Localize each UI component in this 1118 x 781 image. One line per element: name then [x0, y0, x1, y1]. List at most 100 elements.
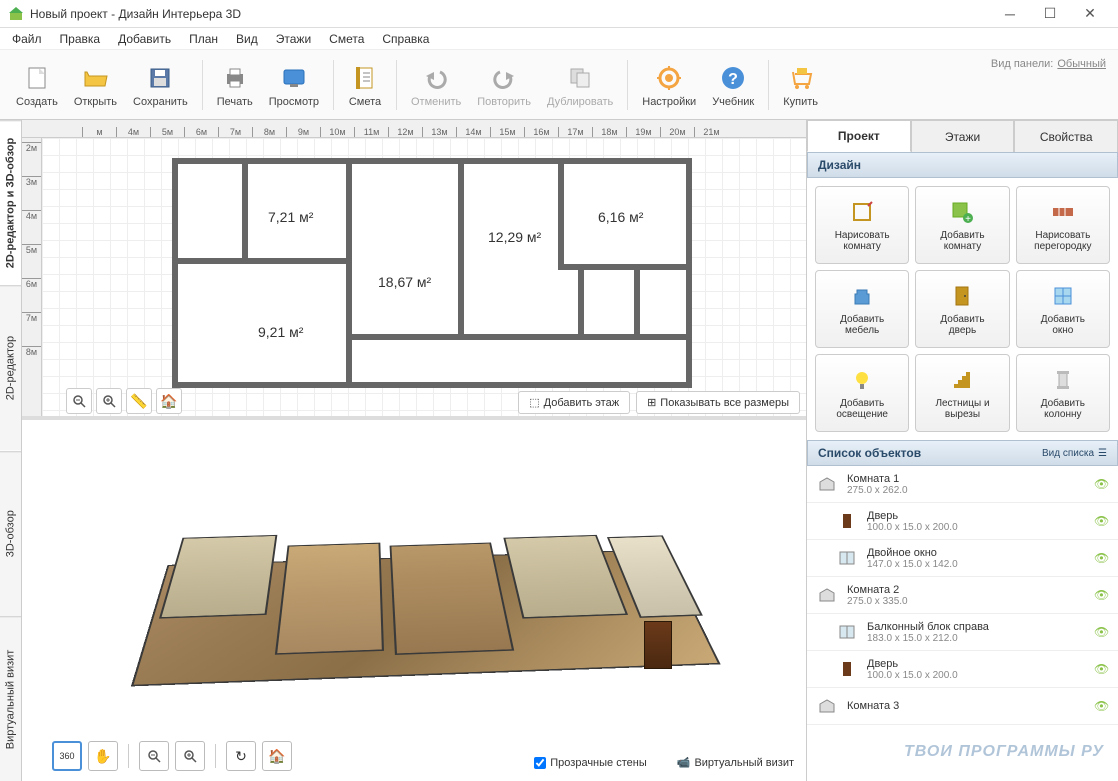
add-window-icon	[1049, 282, 1077, 310]
visibility-icon[interactable]: 👁	[1094, 514, 1110, 528]
object-row[interactable]: Балконный блок справа183.0 x 15.0 x 212.…	[807, 614, 1118, 651]
menu-правка[interactable]: Правка	[52, 30, 109, 48]
object-row[interactable]: Комната 1275.0 x 262.0👁	[807, 466, 1118, 503]
tool-add-light[interactable]: Добавитьосвещение	[815, 354, 909, 432]
tool-add-column[interactable]: Добавитьколонну	[1016, 354, 1110, 432]
toolbar-open-button[interactable]: Открыть	[66, 58, 125, 112]
view-tab-1[interactable]: 2D-редактор	[0, 285, 21, 450]
object-row[interactable]: Двойное окно147.0 x 15.0 x 142.0👁	[807, 540, 1118, 577]
list-view-icon[interactable]: ☰	[1098, 448, 1107, 459]
object-row[interactable]: Дверь100.0 x 15.0 x 200.0👁	[807, 651, 1118, 688]
ruler-vertical: 2м3м4м5м6м7м8м	[22, 138, 42, 420]
open-icon	[79, 62, 111, 94]
room-icon	[815, 583, 839, 607]
add-light-icon	[848, 366, 876, 394]
visibility-icon[interactable]: 👁	[1094, 662, 1110, 676]
view-3d[interactable]: 360 ✋ ↻ 🏠 Прозрачные стены 📹Виртуальный …	[22, 420, 806, 781]
virtual-visit-checkbox[interactable]: 📹Виртуальный визит	[677, 756, 794, 769]
menu-файл[interactable]: Файл	[4, 30, 50, 48]
svg-text:?: ?	[728, 71, 738, 88]
model-3d[interactable]	[104, 461, 724, 741]
add-door-icon	[948, 282, 976, 310]
window-icon	[835, 546, 859, 570]
toolbar-view-button[interactable]: Просмотр	[261, 58, 327, 112]
home-button[interactable]: 🏠	[156, 388, 182, 414]
menu-план[interactable]: План	[181, 30, 226, 48]
view-tab-0[interactable]: 2D-редактор и 3D-обзор	[0, 120, 21, 285]
add-furniture-icon	[848, 282, 876, 310]
panel-tab-Проект[interactable]: Проект	[807, 120, 911, 152]
object-row[interactable]: Дверь100.0 x 15.0 x 200.0👁	[807, 503, 1118, 540]
rotate-360-button[interactable]: 360	[52, 741, 82, 771]
visibility-icon[interactable]: 👁	[1094, 551, 1110, 565]
tool-add-room[interactable]: +Добавитькомнату	[915, 186, 1009, 264]
show-dimensions-button[interactable]: ⊞Показывать все размеры	[636, 391, 800, 414]
menu-вид[interactable]: Вид	[228, 30, 266, 48]
toolbar-help-button[interactable]: ?Учебник	[704, 58, 762, 112]
zoom-out-button[interactable]	[66, 388, 92, 414]
menu-смета[interactable]: Смета	[321, 30, 372, 48]
panel-tab-Этажи[interactable]: Этажи	[911, 120, 1015, 152]
zoom-in-button[interactable]	[96, 388, 122, 414]
draw-room-icon	[848, 198, 876, 226]
maximize-button[interactable]: ☐	[1030, 0, 1070, 28]
toolbar-save-button[interactable]: Сохранить	[125, 58, 196, 112]
add-floor-button[interactable]: ⬚Добавить этаж	[518, 391, 630, 414]
minimize-button[interactable]: ─	[990, 0, 1030, 28]
measure-button[interactable]: 📏	[126, 388, 152, 414]
room-area-label: 6,16 м²	[598, 209, 643, 225]
room-area-label: 18,67 м²	[378, 274, 431, 290]
tool-stairs[interactable]: Лестницы ивырезы	[915, 354, 1009, 432]
app-icon	[8, 6, 24, 22]
menu-добавить[interactable]: Добавить	[110, 30, 179, 48]
menu-bar: ФайлПравкаДобавитьПланВидЭтажиСметаСправ…	[0, 28, 1118, 50]
home-3d-button[interactable]: 🏠	[262, 741, 292, 771]
visibility-icon[interactable]: 👁	[1094, 699, 1110, 713]
right-panel: ПроектЭтажиСвойства Дизайн Нарисоватьком…	[806, 120, 1118, 781]
tool-add-window[interactable]: Добавитьокно	[1016, 270, 1110, 348]
view-tab-2[interactable]: 3D-обзор	[0, 451, 21, 616]
toolbar-new-button[interactable]: Создать	[8, 58, 66, 112]
canvas-2d[interactable]: 7,21 м²18,67 м²12,29 м²9,21 м²6,16 м² 📏 …	[42, 138, 806, 420]
redo-icon	[488, 62, 520, 94]
view-tab-3[interactable]: Виртуальный визит	[0, 616, 21, 781]
zoom-out-3d-button[interactable]	[139, 741, 169, 771]
toolbar-print-button[interactable]: Печать	[209, 58, 261, 112]
toolbar-buy-button[interactable]: Купить	[775, 58, 826, 112]
menu-справка[interactable]: Справка	[374, 30, 437, 48]
visibility-icon[interactable]: 👁	[1094, 477, 1110, 491]
save-icon	[144, 62, 176, 94]
panel-view-link[interactable]: Обычный	[1057, 58, 1106, 70]
toolbar-estimate-button[interactable]: Смета	[340, 58, 390, 112]
object-row[interactable]: Комната 2275.0 x 335.0👁	[807, 577, 1118, 614]
panel-view-label: Вид панели:Обычный	[991, 58, 1106, 70]
transparent-walls-checkbox[interactable]: Прозрачные стены	[534, 757, 646, 769]
toolbar-redo-button[interactable]: Повторить	[469, 58, 539, 112]
tool-draw-partition[interactable]: Нарисоватьперегородку	[1016, 186, 1110, 264]
toolbar-settings-button[interactable]: Настройки	[634, 58, 704, 112]
plan-2d-view[interactable]: м4м5м6м7м8м9м10м11м12м13м14м15м16м17м18м…	[22, 120, 806, 420]
pan-button[interactable]: ✋	[88, 741, 118, 771]
room-icon	[815, 694, 839, 718]
ruler-horizontal: м4м5м6м7м8м9м10м11м12м13м14м15м16м17м18м…	[22, 120, 806, 138]
tool-draw-room[interactable]: Нарисоватькомнату	[815, 186, 909, 264]
object-row[interactable]: Комната 3👁	[807, 688, 1118, 725]
toolbar-undo-button[interactable]: Отменить	[403, 58, 469, 112]
visibility-icon[interactable]: 👁	[1094, 588, 1110, 602]
door-icon	[835, 657, 859, 681]
reset-view-button[interactable]: ↻	[226, 741, 256, 771]
panel-tab-Свойства[interactable]: Свойства	[1014, 120, 1118, 152]
new-icon	[21, 62, 53, 94]
design-section-header: Дизайн	[807, 152, 1118, 178]
toolbar-dup-button[interactable]: Дублировать	[539, 58, 621, 112]
zoom-in-3d-button[interactable]	[175, 741, 205, 771]
close-button[interactable]: ✕	[1070, 0, 1110, 28]
menu-этажи[interactable]: Этажи	[268, 30, 319, 48]
tool-add-furniture[interactable]: Добавитьмебель	[815, 270, 909, 348]
plan-2d-tools: 📏 🏠	[66, 388, 182, 414]
tool-add-door[interactable]: Добавитьдверь	[915, 270, 1009, 348]
room-area-label: 12,29 м²	[488, 229, 541, 245]
floorplan[interactable]: 7,21 м²18,67 м²12,29 м²9,21 м²6,16 м²	[172, 158, 692, 388]
visibility-icon[interactable]: 👁	[1094, 625, 1110, 639]
door-icon	[835, 509, 859, 533]
